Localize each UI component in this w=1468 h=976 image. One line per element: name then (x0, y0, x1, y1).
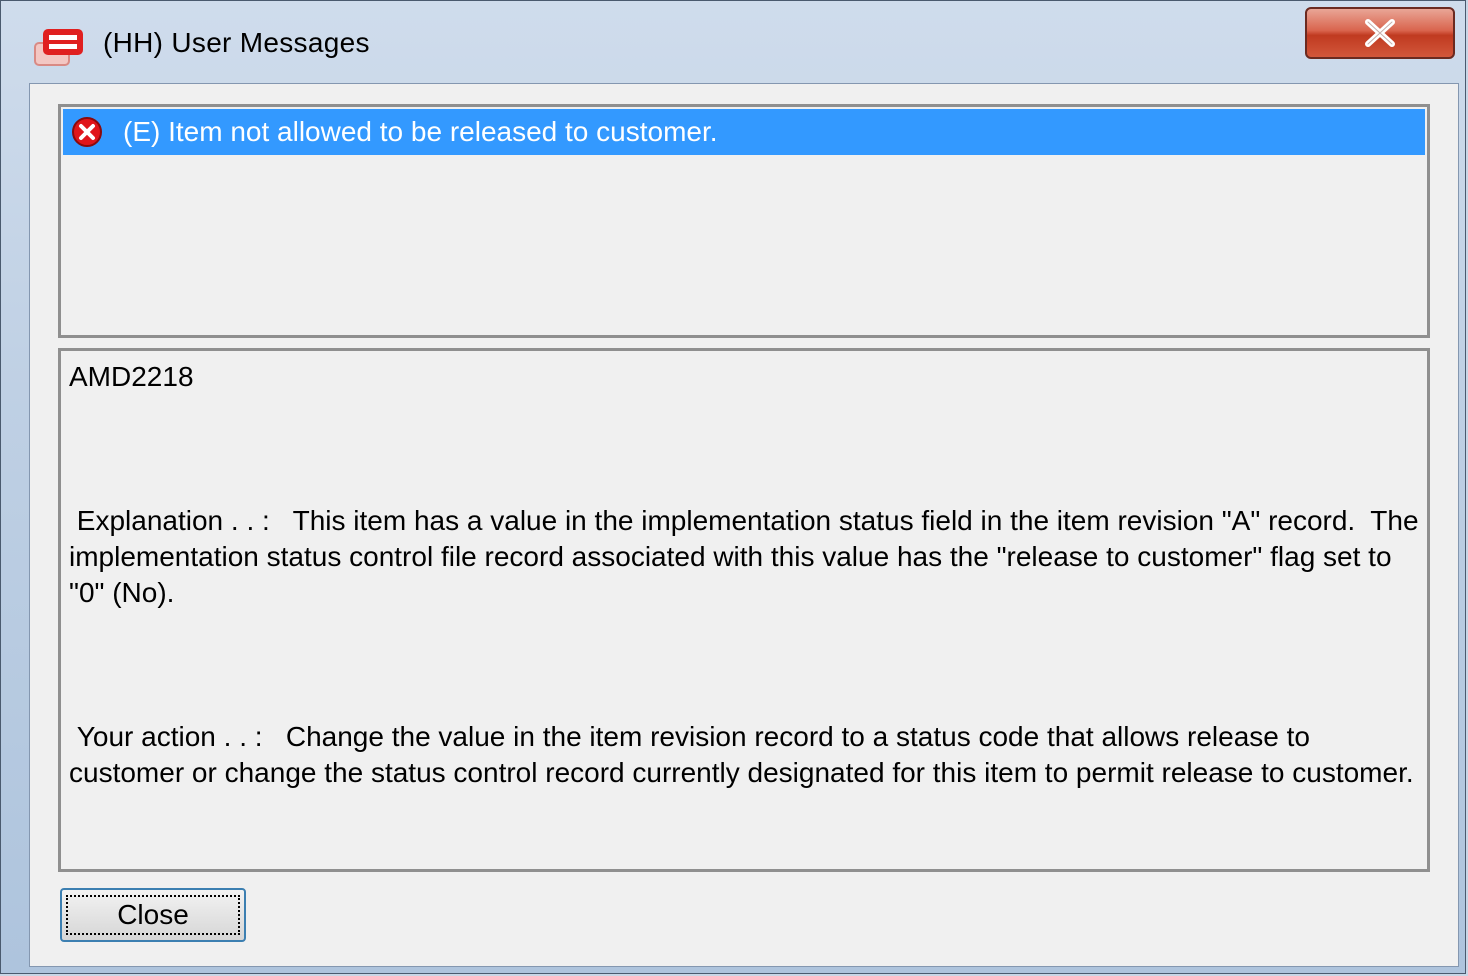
dialog-body: (E) Item not allowed to be released to c… (29, 83, 1459, 967)
message-text: (E) Item not allowed to be released to c… (123, 116, 718, 147)
explanation-text: Explanation . . : This item has a value … (69, 505, 1427, 608)
error-icon (72, 117, 102, 147)
message-list[interactable]: (E) Item not allowed to be released to c… (58, 104, 1430, 338)
title-bar[interactable]: (HH) User Messages (1, 1, 1465, 81)
message-detail-panel[interactable]: AMD2218 Explanation . . : This item has … (58, 348, 1430, 872)
message-code: AMD2218 (69, 361, 194, 392)
close-button-label: Close (66, 895, 240, 935)
message-list-item[interactable]: (E) Item not allowed to be released to c… (63, 109, 1425, 155)
close-button[interactable]: Close (60, 888, 246, 942)
window-title: (HH) User Messages (103, 27, 370, 58)
window-close-button[interactable] (1305, 7, 1455, 59)
close-icon (1365, 19, 1395, 47)
app-logo-icon (34, 29, 83, 66)
action-text: Your action . . : Change the value in th… (69, 721, 1414, 788)
user-messages-window: (HH) User Messages (E) Item not allowed … (0, 0, 1466, 974)
